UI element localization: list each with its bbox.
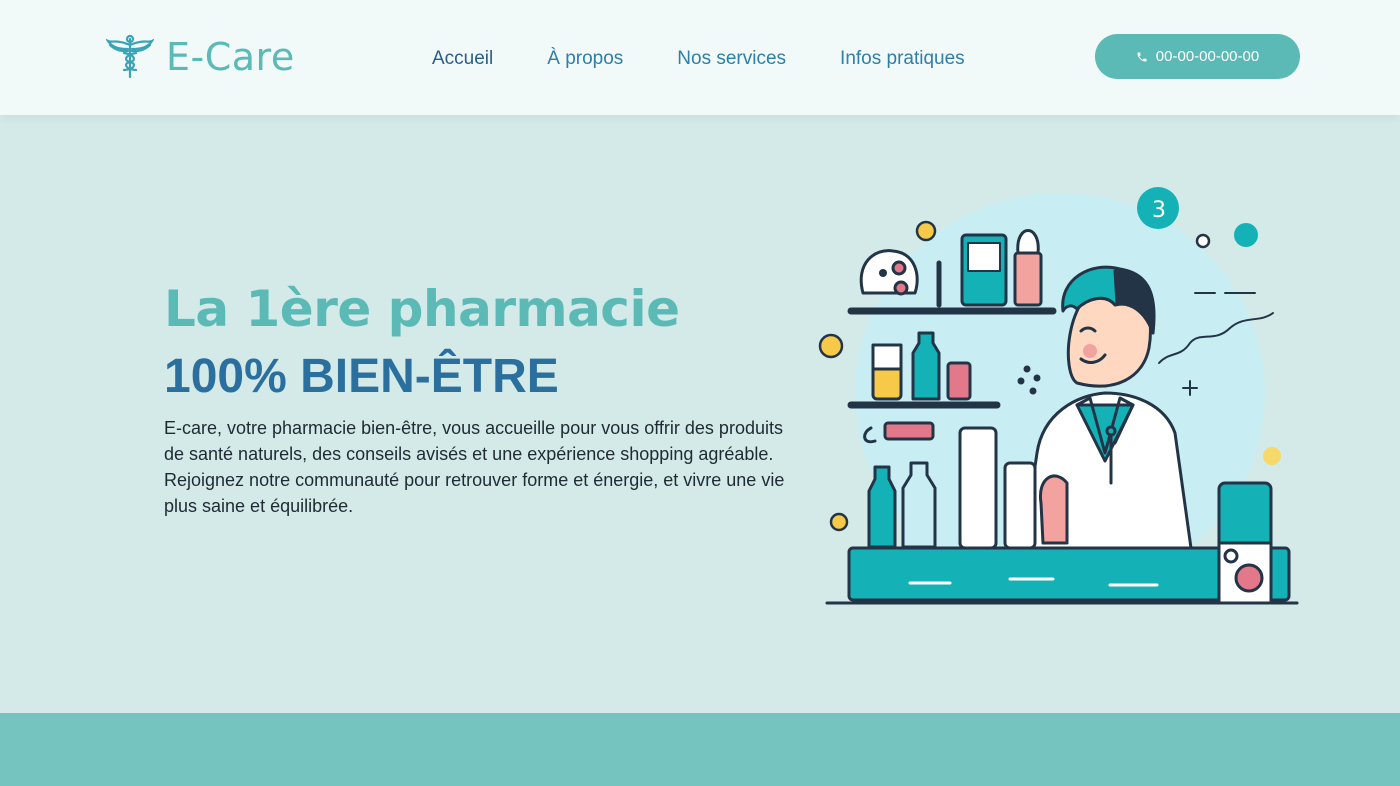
pharmacist-illustration: 3 [818, 187, 1299, 605]
nav-item-a-propos[interactable]: À propos [547, 48, 623, 70]
brand-name: E-Care [166, 35, 295, 79]
nav-item-accueil[interactable]: Accueil [432, 48, 493, 70]
phone-button[interactable]: 00-00-00-00-00 [1095, 34, 1300, 79]
phone-icon [1137, 52, 1147, 61]
hero-section: La 1ère pharmacie 100% BIEN-ÊTRE E-care,… [0, 115, 1400, 713]
phone-number: 00-00-00-00-00 [1155, 48, 1260, 65]
hero-subtitle: 100% BIEN-ÊTRE [164, 350, 559, 403]
site-header: E-Care Accueil À propos Nos services Inf… [0, 0, 1400, 115]
main-nav: Accueil À propos Nos services Infos prat… [432, 48, 965, 70]
hero-title: La 1ère pharmacie [164, 280, 680, 338]
caduceus-icon [106, 34, 154, 79]
next-section-band [0, 713, 1400, 786]
logo-link[interactable]: E-Care [106, 32, 295, 82]
svg-text:3: 3 [1152, 198, 1166, 223]
nav-item-infos-pratiques[interactable]: Infos pratiques [840, 48, 965, 70]
hero-description: E-care, votre pharmacie bien-être, vous … [164, 418, 785, 516]
nav-item-nos-services[interactable]: Nos services [677, 48, 786, 70]
